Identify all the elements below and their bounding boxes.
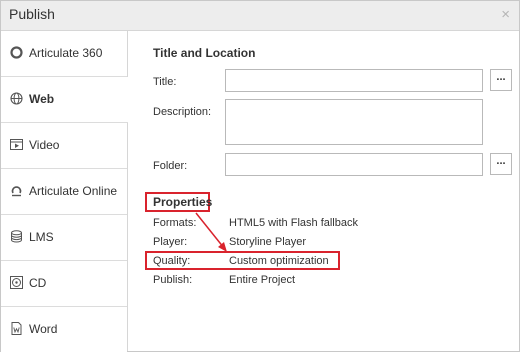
articulate-360-icon xyxy=(10,46,23,59)
video-icon xyxy=(10,139,23,150)
sidebar-item-label: Articulate Online xyxy=(29,184,118,198)
articulate-online-icon xyxy=(11,186,22,197)
sidebar-item-web[interactable]: Web xyxy=(1,77,128,123)
web-globe-icon xyxy=(10,92,23,105)
publish-sidebar: Articulate 360 Web Video Articulate Onli… xyxy=(1,31,128,352)
sidebar-item-lms[interactable]: LMS xyxy=(1,215,127,261)
dialog-titlebar: Publish × xyxy=(1,1,519,31)
sidebar-item-label: Word xyxy=(29,322,58,336)
sidebar-item-cd[interactable]: CD xyxy=(1,261,127,307)
word-document-icon xyxy=(11,322,22,335)
sidebar-item-label: LMS xyxy=(29,230,54,244)
sidebar-item-label: Articulate 360 xyxy=(29,46,103,60)
sidebar-item-word[interactable]: Word xyxy=(1,307,127,352)
lms-database-icon xyxy=(11,230,22,243)
sidebar-item-label: Video xyxy=(29,138,60,152)
sidebar-item-articulate-online[interactable]: Articulate Online xyxy=(1,169,127,215)
sidebar-item-label: CD xyxy=(29,276,47,290)
dialog-title: Publish xyxy=(9,6,55,22)
close-icon[interactable]: × xyxy=(501,6,510,23)
annotation-arrow xyxy=(195,212,227,252)
sidebar-item-label: Web xyxy=(29,92,55,106)
sidebar-item-video[interactable]: Video xyxy=(1,123,127,169)
publish-dialog: Publish × Articulate 360 Web Video Artic… xyxy=(0,0,520,352)
publish-settings-panel: Title and Location Title: ... Descriptio… xyxy=(128,31,519,351)
sidebar-item-articulate-360[interactable]: Articulate 360 xyxy=(1,31,127,77)
cd-disc-icon xyxy=(10,276,23,289)
